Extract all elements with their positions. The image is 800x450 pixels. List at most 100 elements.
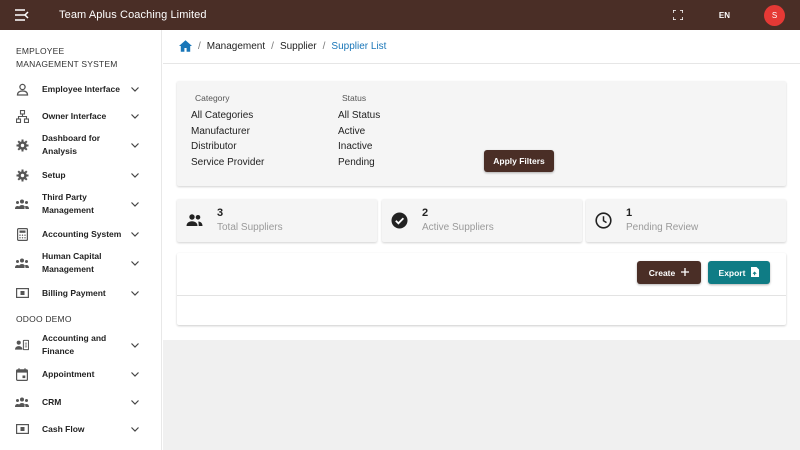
sidebar-item-label: Setup [42, 169, 66, 180]
contact-card-icon [15, 338, 29, 352]
sidebar-item-crm[interactable]: CRM [0, 394, 162, 410]
sidebar-item-label: Dashboard for Analysis [42, 133, 101, 156]
top-app-bar: Team Aplus Coaching Limited EN S [0, 0, 800, 30]
breadcrumb: / Management / Supplier / Supplier List [179, 39, 386, 53]
sidebar-item-dashboard-for-analysis[interactable]: Dashboard for Analysis [0, 132, 162, 158]
sidebar-item-third-party-management[interactable]: Third Party Management [0, 191, 162, 217]
status-option[interactable]: Pending [338, 155, 380, 171]
sidebar-item-cash-flow[interactable]: Cash Flow [0, 421, 162, 437]
file-export-icon [751, 266, 760, 279]
sidebar-item-employee-interface[interactable]: Employee Interface [0, 81, 162, 97]
sidebar-item-label: Human Capital Management [42, 251, 102, 274]
section-heading-ems: EMPLOYEE MANAGEMENT SYSTEM [16, 46, 118, 69]
group-icon [15, 395, 29, 409]
sidebar-item-label: CRM [42, 396, 62, 407]
fullscreen-icon[interactable] [669, 6, 687, 24]
menu-back-icon[interactable] [12, 5, 32, 25]
status-option[interactable]: Active [338, 124, 380, 140]
sidebar: EMPLOYEE MANAGEMENT SYSTEM Employee Inte… [0, 30, 162, 450]
create-button[interactable]: Create [637, 261, 701, 284]
breadcrumb-management[interactable]: Management [207, 41, 265, 52]
cash-icon [15, 286, 29, 300]
breadcrumb-supplier[interactable]: Supplier [280, 41, 317, 52]
home-icon[interactable] [179, 40, 192, 53]
clock-icon [594, 211, 612, 229]
sidebar-item-appointment[interactable]: Appointment [0, 366, 162, 382]
app-title: Team Aplus Coaching Limited [59, 9, 207, 21]
create-button-label: Create [648, 267, 676, 278]
section-heading-odoo-demo: ODOO DEMO [16, 314, 72, 324]
sidebar-item-owner-interface[interactable]: Owner Interface [0, 108, 162, 124]
language-selector[interactable]: EN [719, 11, 730, 20]
sidebar-item-label: Cash Flow [42, 423, 85, 434]
category-option[interactable]: All Categories [191, 108, 264, 124]
plus-icon [681, 267, 690, 278]
user-avatar[interactable]: S [764, 4, 785, 26]
sidebar-item-label: Employee Interface [42, 83, 120, 94]
chevron-down-icon [130, 340, 140, 350]
content-panel: / Management / Supplier / Supplier List … [163, 30, 800, 340]
status-filter: Status All Status Active Inactive Pendin… [338, 93, 380, 171]
status-option[interactable]: Inactive [338, 139, 380, 155]
breadcrumb-separator: / [198, 40, 201, 52]
stat-card-pending-review: 1 Pending Review [586, 199, 786, 242]
chevron-down-icon [130, 84, 140, 94]
main-content: / Management / Supplier / Supplier List … [163, 30, 800, 450]
chevron-down-icon [130, 288, 140, 298]
stat-label: Pending Review [626, 222, 699, 233]
stat-value: 3 [217, 207, 224, 219]
apply-filters-button[interactable]: Apply Filters [484, 150, 554, 172]
category-option[interactable]: Distributor [191, 139, 264, 155]
chevron-down-icon [130, 229, 140, 239]
sidebar-item-accounting-system[interactable]: Accounting System [0, 226, 162, 242]
chevron-down-icon [130, 111, 140, 121]
group-icon [15, 197, 29, 211]
group-icon [15, 256, 29, 270]
export-button-label: Export [718, 267, 746, 278]
sidebar-item-setup[interactable]: Setup [0, 167, 162, 183]
category-option[interactable]: Service Provider [191, 155, 264, 171]
table-divider [177, 295, 786, 296]
chevron-down-icon [130, 140, 140, 150]
stat-label: Total Suppliers [217, 222, 283, 233]
sidebar-item-accounting-and-finance[interactable]: Accounting and Finance [0, 332, 162, 358]
sidebar-item-label: Billing Payment [42, 287, 106, 298]
status-option[interactable]: All Status [338, 108, 380, 124]
status-filter-title: Status [342, 93, 367, 103]
filter-panel: Category All Categories Manufacturer Dis… [177, 81, 786, 186]
sidebar-item-label: Owner Interface [42, 110, 107, 121]
stat-card-total-suppliers: 3 Total Suppliers [177, 199, 377, 242]
stat-value: 1 [626, 207, 633, 219]
breadcrumb-supplier-list: Supplier List [331, 40, 387, 52]
sidebar-item-label: Third Party Management [42, 192, 94, 215]
chevron-down-icon [130, 170, 140, 180]
stat-label: Active Suppliers [422, 222, 494, 233]
check-circle-icon [390, 211, 408, 229]
category-filter: Category All Categories Manufacturer Dis… [191, 93, 264, 171]
export-button[interactable]: Export [708, 261, 770, 284]
supplier-table-card: Create Export [177, 253, 786, 325]
category-option[interactable]: Manufacturer [191, 124, 264, 140]
gear-icon [15, 168, 29, 182]
chevron-down-icon [130, 397, 140, 407]
stat-value: 2 [422, 207, 429, 219]
chevron-down-icon [130, 369, 140, 379]
calendar-icon [15, 367, 29, 381]
org-chart-icon [15, 109, 29, 123]
group-icon [185, 211, 203, 229]
chevron-down-icon [130, 199, 140, 209]
sidebar-item-label: Accounting System [42, 228, 122, 239]
stat-card-active-suppliers: 2 Active Suppliers [382, 199, 582, 242]
breadcrumb-separator: / [271, 40, 274, 52]
cash-icon [15, 422, 29, 436]
gear-icon [15, 138, 29, 152]
calculator-icon [15, 227, 29, 241]
sidebar-item-label: Accounting and Finance [42, 333, 107, 356]
sidebar-item-label: Appointment [42, 368, 95, 379]
breadcrumb-divider [163, 63, 800, 64]
breadcrumb-separator: / [322, 40, 326, 52]
sidebar-item-human-capital-management[interactable]: Human Capital Management [0, 250, 162, 276]
sidebar-item-billing-payment[interactable]: Billing Payment [0, 285, 162, 301]
chevron-down-icon [130, 258, 140, 268]
chevron-down-icon [130, 424, 140, 434]
